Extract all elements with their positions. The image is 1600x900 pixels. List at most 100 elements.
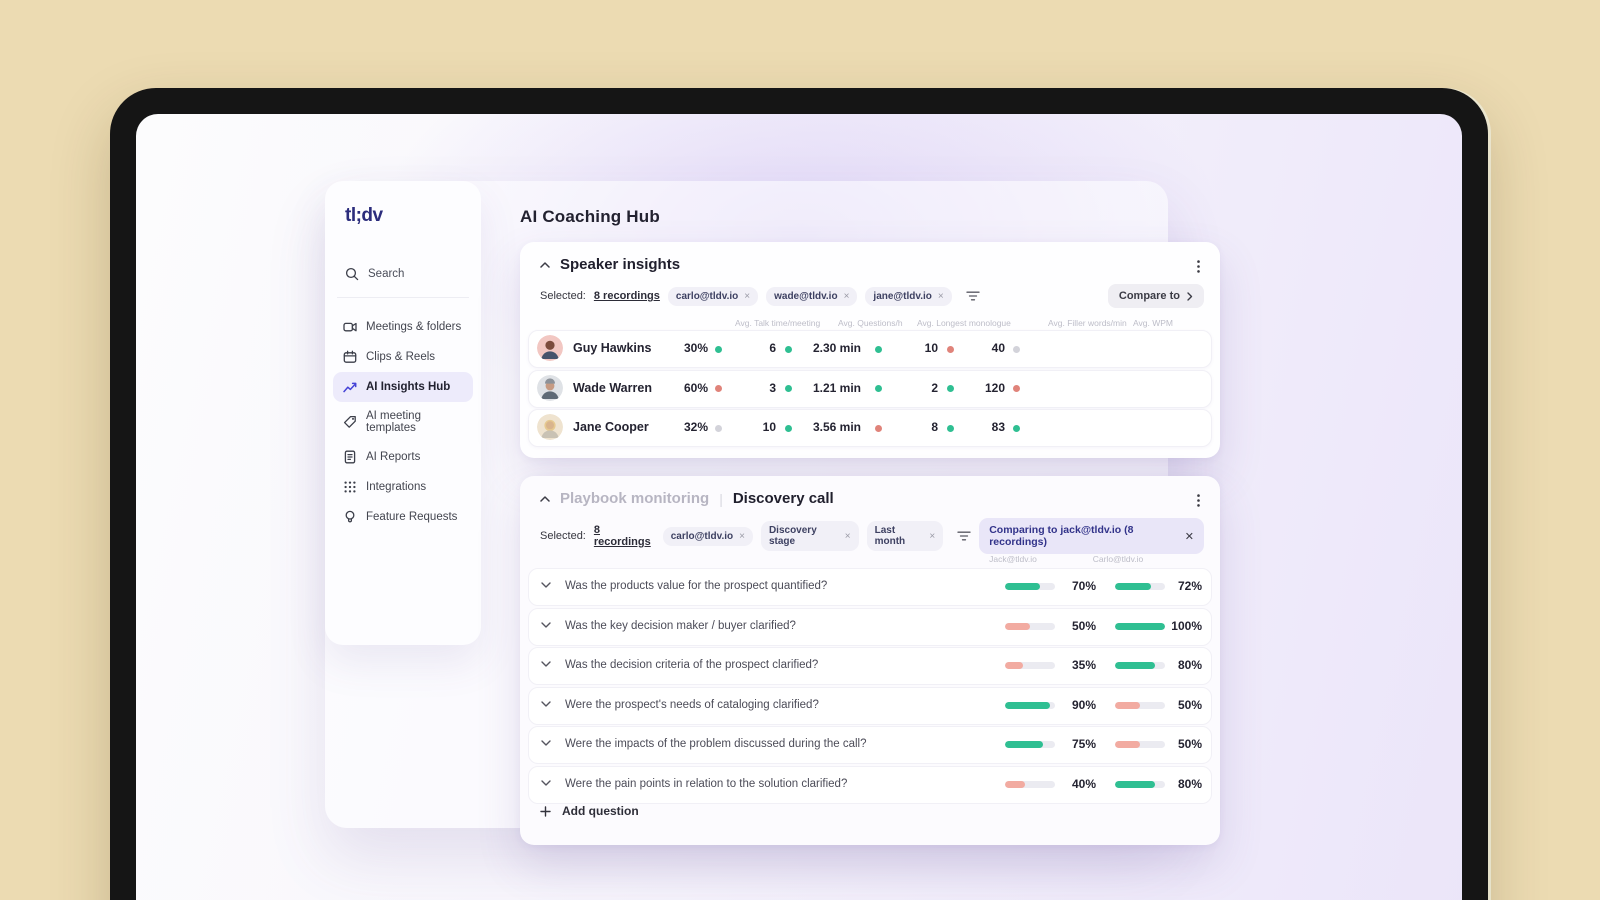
sidebar-item-ai-insights-hub[interactable]: AI Insights Hub bbox=[333, 372, 473, 402]
question-row[interactable]: Were the pain points in relation to the … bbox=[528, 765, 1212, 804]
wpm-value: 120 bbox=[984, 380, 1005, 395]
question-row[interactable]: Were the impacts of the problem discusse… bbox=[528, 726, 1212, 764]
speaker-name: Jane Cooper bbox=[573, 420, 649, 434]
filter-chip-jane[interactable]: jane@tldv.io × bbox=[865, 286, 952, 306]
sidebar-item-integrations[interactable]: Integrations bbox=[333, 472, 473, 502]
close-icon[interactable]: × bbox=[929, 531, 935, 542]
chevron-down-icon[interactable] bbox=[541, 779, 551, 786]
progress-value-right: 100% bbox=[1171, 618, 1202, 633]
table-row-wade-warren[interactable]: Wade Warren 60% 3 1.21 min 2 120 bbox=[528, 369, 1212, 408]
chevron-down-icon[interactable] bbox=[541, 661, 551, 667]
kebab-menu-icon[interactable] bbox=[1193, 492, 1204, 514]
filter-chip-carlo[interactable]: carlo@tldv.io × bbox=[662, 526, 753, 546]
question-row[interactable]: Were the prospect's needs of cataloging … bbox=[528, 686, 1212, 725]
talk-time-value: 32% bbox=[683, 420, 708, 434]
progress-value-left: 70% bbox=[1071, 579, 1096, 593]
progress-value-right: 72% bbox=[1177, 579, 1202, 593]
close-icon[interactable]: × bbox=[744, 291, 750, 302]
sidebar-item-meetings-folders[interactable]: Meetings & folders bbox=[333, 312, 473, 342]
add-question-button[interactable]: Add question bbox=[540, 804, 639, 818]
question-text: Was the key decision maker / buyer clari… bbox=[565, 619, 796, 632]
sidebar-item-feature-requests[interactable]: Feature Requests bbox=[333, 502, 473, 532]
panel-title: Speaker insights bbox=[560, 256, 681, 273]
comparing-chip[interactable]: Comparing to jack@tldv.io (8 recordings)… bbox=[979, 518, 1205, 554]
selected-recordings-link[interactable]: 8 recordings bbox=[594, 290, 660, 302]
close-icon[interactable]: × bbox=[938, 291, 944, 302]
kebab-menu-icon[interactable] bbox=[1193, 258, 1204, 280]
sidebar-item-clips-reels[interactable]: Clips & Reels bbox=[333, 342, 473, 372]
close-icon[interactable]: × bbox=[845, 531, 851, 542]
video-camera-icon bbox=[343, 320, 357, 334]
filter-chip-discovery-stage[interactable]: Discovery stage × bbox=[760, 521, 859, 551]
progress-bar-left bbox=[1005, 780, 1055, 788]
filter-chip-last-month[interactable]: Last month × bbox=[866, 521, 944, 551]
progress-value-right: 80% bbox=[1177, 658, 1202, 672]
status-dot bbox=[1013, 424, 1020, 432]
progress-bar-left bbox=[1005, 662, 1055, 669]
table-row-jane-cooper[interactable]: Jane Cooper 32% 10 3.56 min 8 83 bbox=[528, 409, 1212, 447]
question-text: Was the products value for the prospect … bbox=[565, 580, 828, 592]
progress-value-left: 40% bbox=[1071, 776, 1096, 791]
chip-label: jane@tldv.io bbox=[873, 290, 932, 302]
question-row[interactable]: Was the decision criteria of the prospec… bbox=[528, 647, 1212, 685]
tldv-logo: tl;dv bbox=[345, 205, 383, 226]
speaker-rows: Guy Hawkins 30% 6 2.30 min 10 40 Wade Wa… bbox=[528, 330, 1212, 449]
monologue-value: 1.21 min bbox=[812, 380, 861, 395]
wpm-value: 40 bbox=[991, 341, 1005, 355]
close-icon[interactable]: × bbox=[739, 531, 745, 542]
chip-label: Last month bbox=[874, 525, 906, 547]
progress-bar-right bbox=[1115, 701, 1165, 709]
sidebar-item-label: AI Reports bbox=[366, 451, 421, 463]
chevron-down-icon[interactable] bbox=[541, 700, 551, 707]
question-text: Were the impacts of the problem discusse… bbox=[565, 738, 867, 750]
status-dot bbox=[1013, 345, 1020, 353]
collapse-chevron-up-icon[interactable] bbox=[540, 261, 550, 268]
collapse-chevron-up-icon[interactable] bbox=[540, 495, 550, 502]
filter-chip-carlo[interactable]: carlo@tldv.io × bbox=[667, 286, 759, 306]
plus-icon bbox=[540, 805, 551, 817]
chevron-down-icon[interactable] bbox=[541, 582, 551, 588]
monologue-value: 2.30 min bbox=[812, 341, 861, 355]
progress-bar-right bbox=[1115, 583, 1165, 590]
progress-bar-right bbox=[1115, 662, 1165, 669]
avatar bbox=[537, 335, 563, 361]
question-row[interactable]: Was the key decision maker / buyer clari… bbox=[528, 607, 1212, 646]
sidebar-item-ai-reports[interactable]: AI Reports bbox=[333, 442, 473, 472]
app-screen: tl;dv Search Meetings & folders Clips & … bbox=[136, 114, 1462, 900]
playbook-monitoring-panel: Playbook monitoring | Discovery call Sel… bbox=[520, 476, 1220, 845]
table-row-guy-hawkins[interactable]: Guy Hawkins 30% 6 2.30 min 10 40 bbox=[528, 330, 1212, 368]
talk-time-value: 60% bbox=[683, 380, 708, 395]
page-title: AI Coaching Hub bbox=[520, 207, 660, 226]
sidebar: tl;dv Search Meetings & folders Clips & … bbox=[325, 181, 481, 645]
sidebar-item-label: Integrations bbox=[366, 481, 427, 493]
filler-value: 8 bbox=[931, 420, 938, 434]
title-separator: | bbox=[719, 490, 723, 507]
close-icon[interactable]: ✕ bbox=[1185, 530, 1194, 543]
question-row[interactable]: Was the products value for the prospect … bbox=[528, 568, 1212, 606]
filter-chip-wade[interactable]: wade@tldv.io × bbox=[766, 286, 858, 306]
sidebar-item-ai-meeting-templates[interactable]: AI meeting templates bbox=[333, 402, 473, 442]
comparing-label: Comparing to jack@tldv.io (8 recordings) bbox=[989, 524, 1134, 548]
avatar bbox=[537, 414, 563, 440]
progress-bar-right bbox=[1115, 780, 1165, 788]
progress-value-left: 35% bbox=[1071, 658, 1096, 672]
chevron-down-icon[interactable] bbox=[541, 740, 551, 746]
lightbulb-icon bbox=[343, 510, 357, 524]
close-icon[interactable]: × bbox=[844, 291, 850, 302]
speaker-name: Guy Hawkins bbox=[573, 341, 652, 355]
status-dot bbox=[715, 385, 722, 392]
search-input[interactable]: Search bbox=[345, 267, 461, 281]
progress-bar-left bbox=[1005, 583, 1055, 590]
chevron-down-icon[interactable] bbox=[541, 621, 551, 628]
filter-funnel-icon[interactable] bbox=[957, 531, 971, 541]
panel-title: Discovery call bbox=[732, 490, 834, 507]
filler-value: 2 bbox=[931, 380, 938, 395]
speaker-filter-row: Selected: 8 recordings carlo@tldv.io × wa… bbox=[520, 273, 1220, 308]
laptop-frame: tl;dv Search Meetings & folders Clips & … bbox=[110, 88, 1488, 900]
compare-to-button[interactable]: Compare to bbox=[1107, 284, 1204, 308]
filter-funnel-icon[interactable] bbox=[966, 291, 980, 301]
compare-to-label: Compare to bbox=[1118, 290, 1180, 302]
trend-chart-icon bbox=[343, 380, 357, 394]
column-header-questions: Avg. Questions/h bbox=[838, 318, 903, 328]
selected-recordings-link[interactable]: 8 recordings bbox=[594, 524, 655, 548]
